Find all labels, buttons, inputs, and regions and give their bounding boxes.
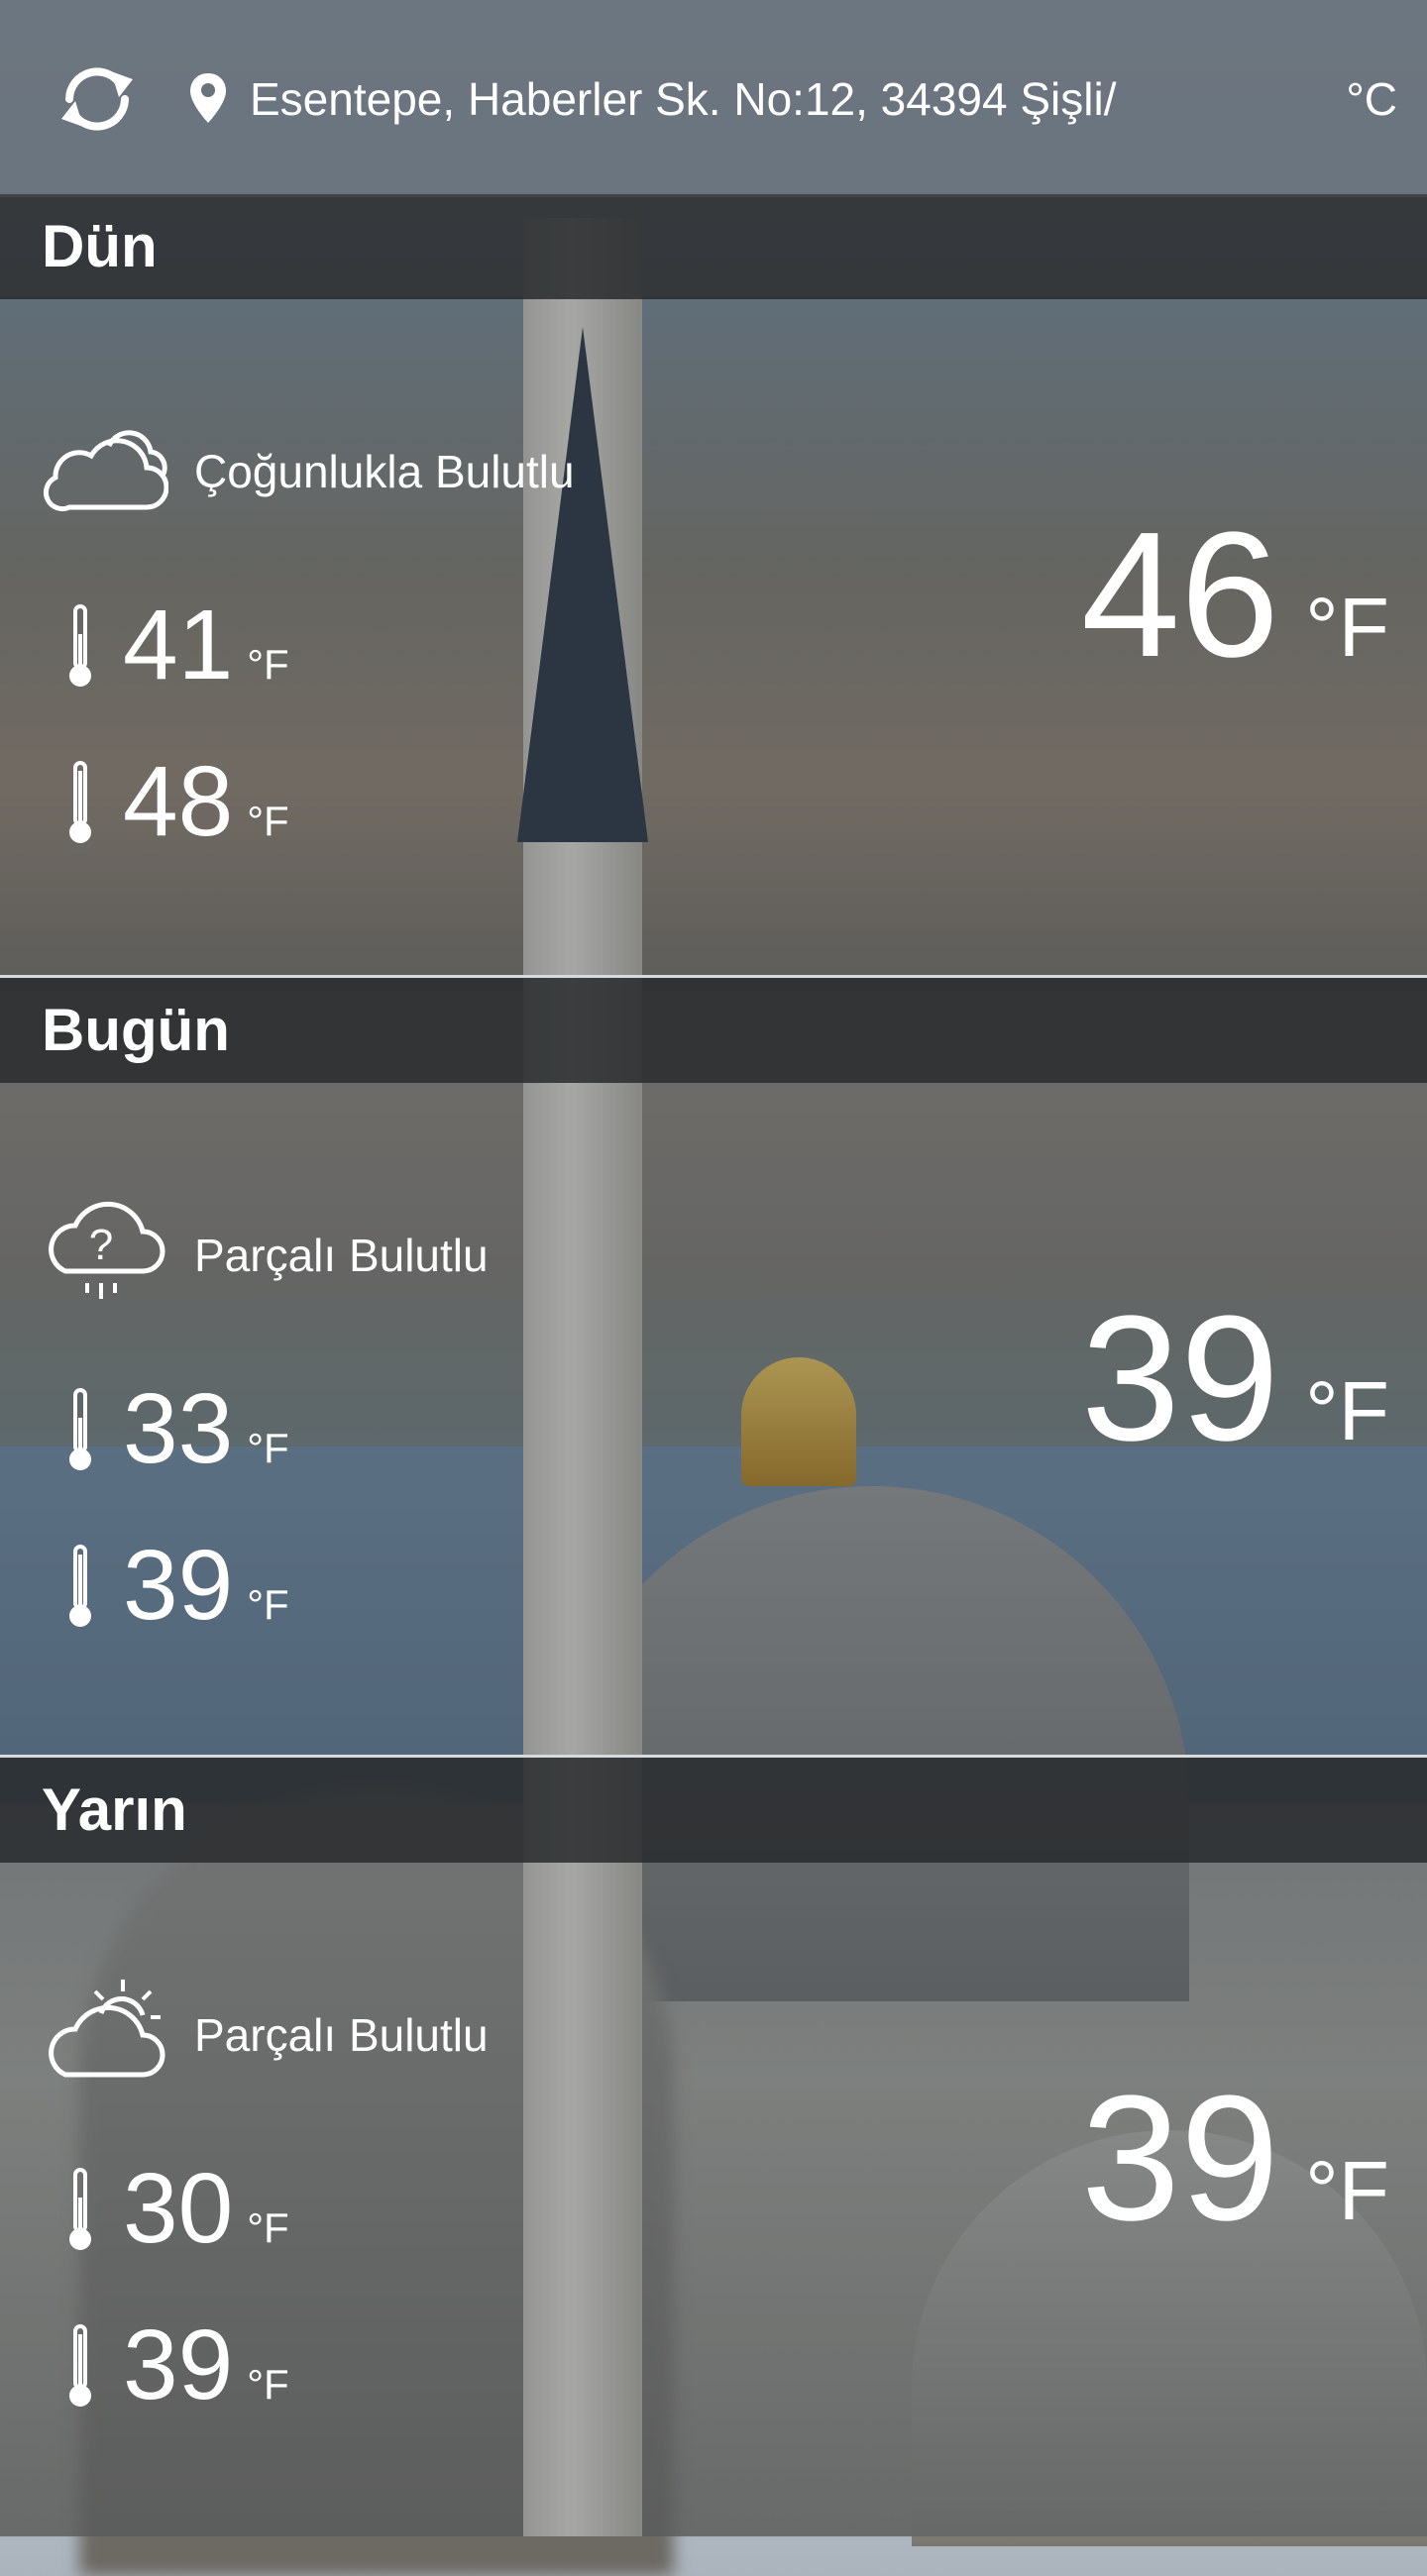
day-card-today: Bugün ? Parçalı Bulutlu 33 °F 39 °F 39 °F [0, 978, 1427, 1759]
cloudy-icon [40, 412, 169, 521]
low-temp: 30 °F [123, 2153, 289, 2264]
partly-sunny-icon [40, 1976, 168, 2085]
condition-text: Parçalı Bulutlu [194, 1230, 489, 1281]
day-header: Bugün [0, 978, 1427, 1083]
condition-text: Parçalı Bulutlu [194, 2009, 489, 2061]
current-temp: 39 °F [1080, 2059, 1389, 2258]
refresh-icon[interactable] [55, 61, 139, 137]
condition-text: Çoğunlukla Bulutlu [194, 446, 575, 497]
svg-text:?: ? [89, 1221, 113, 1269]
thermometer-icon [65, 2324, 95, 2410]
day-card-tomorrow: Yarın Parçalı Bulutlu 30 °F 39 °F 39 °F [0, 1758, 1427, 2538]
day-header: Yarın [0, 1758, 1427, 1863]
high-temp: 48 °F [123, 746, 289, 857]
day-title: Yarın [42, 1776, 187, 1843]
current-temp: 46 °F [1080, 495, 1389, 695]
location-address[interactable]: Esentepe, Haberler Sk. No:12, 34394 Şişl… [250, 69, 1241, 129]
high-temp: 39 °F [123, 1530, 289, 1641]
top-bar: Esentepe, Haberler Sk. No:12, 34394 Şişl… [0, 0, 1427, 197]
unit-toggle-button[interactable]: °C [1308, 69, 1397, 129]
day-title: Bugün [42, 997, 230, 1063]
current-temp: 39 °F [1080, 1279, 1389, 1478]
day-header: Dün [0, 194, 1427, 299]
low-temp: 41 °F [123, 590, 289, 700]
thermometer-icon [65, 761, 95, 846]
low-temp: 33 °F [123, 1373, 289, 1484]
day-card-yesterday: Dün Çoğunlukla Bulutlu 41 °F 48 °F 46 °F [0, 194, 1427, 975]
map-pin-icon [188, 71, 228, 125]
thermometer-icon [65, 2168, 95, 2253]
thermometer-icon [65, 604, 95, 690]
thermometer-icon [65, 1545, 95, 1630]
day-title: Dün [42, 213, 158, 279]
thermometer-icon [65, 1388, 95, 1473]
high-temp: 39 °F [123, 2309, 289, 2420]
cloud-question-icon: ? [40, 1196, 168, 1305]
